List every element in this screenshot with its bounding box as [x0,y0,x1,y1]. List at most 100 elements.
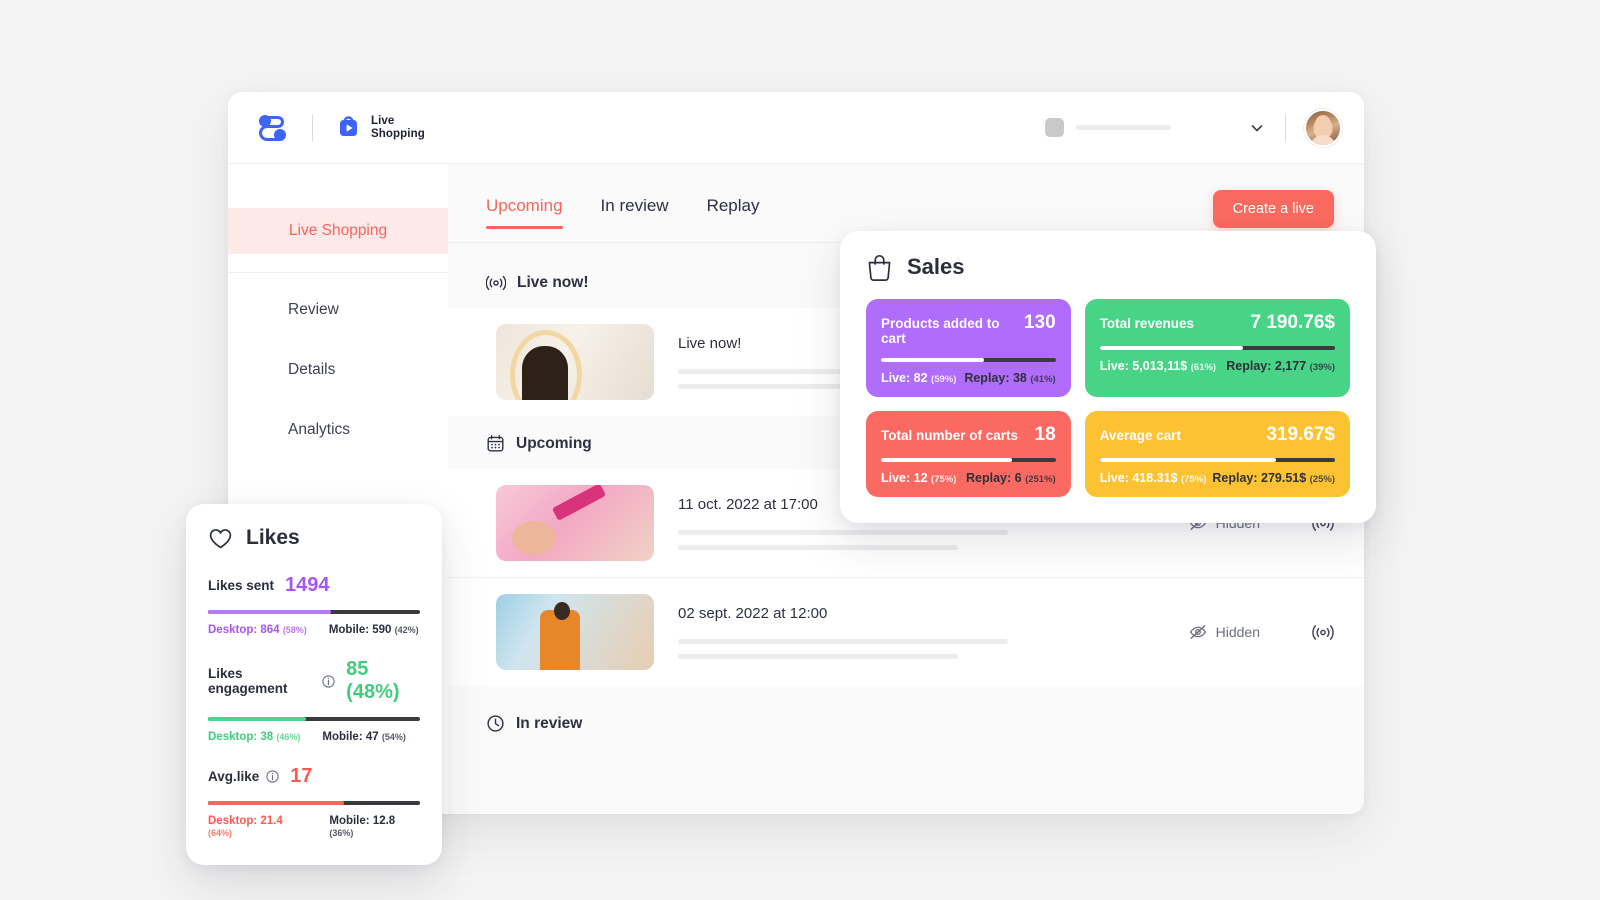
likes-card-header: Likes [208,526,420,550]
metric-name: Likes engagement [208,666,288,696]
tab-replay[interactable]: Replay [707,196,760,229]
info-icon[interactable] [266,770,279,783]
likes-metric-likes-sent: Likes sent 1494 Desktop: 864 (58%) Mobil… [208,574,420,636]
section-title: In review [516,714,583,732]
top-bar: Live Shopping [228,92,1364,164]
sidebar-divider [228,272,448,273]
broadcast-icon[interactable] [1312,624,1334,641]
metric-head: Likes sent 1494 [208,574,420,597]
row-placeholder-line [678,530,1008,535]
tile-progress-bar [1099,458,1335,462]
clock-icon [486,714,505,733]
tile-label: Total revenues [1099,316,1194,331]
sidebar-item-details[interactable]: Details [228,347,448,393]
metric-mobile-label: Mobile: 12.8 [329,815,396,827]
topbar-divider [1285,114,1286,141]
metric-progress-bar [208,717,420,721]
tile-value: 319.67$ [1266,424,1335,445]
tile-replay-pct: (39%) [1309,362,1335,373]
tab-in-review[interactable]: In review [601,196,669,229]
store-selector[interactable] [1045,118,1171,137]
info-icon[interactable] [322,674,335,688]
likes-metric-likes-engagement: Likes engagement 85 (48%) Desktop: 38 (4… [208,658,420,743]
sidebar-item-review[interactable]: Review [228,287,448,333]
row-placeholder-line [678,545,958,550]
metric-progress-bar [208,801,420,805]
sidebar-item-live-shopping[interactable]: Live Shopping [228,208,448,254]
tab-label: In review [600,196,669,215]
sales-tile-total-number-of-carts[interactable]: Total number of carts 18 Live: 12 (75%) … [866,411,1071,497]
chevron-down-icon[interactable] [1249,120,1265,136]
avatar[interactable] [1304,108,1342,147]
tile-progress-bar [881,458,1056,462]
metric-value: 17 [290,765,313,787]
tile-value: 7 190.76$ [1250,312,1335,333]
tile-head: Average cart 319.67$ [1100,424,1335,446]
tile-footer: Live: 5,013,11$ (61%) Replay: 2,177 (39%… [1100,359,1335,373]
sales-card-title: Sales [907,254,965,279]
tab-bar: Upcoming In review Replay [486,196,760,229]
metric-mobile-pct: (54%) [381,732,406,742]
sales-tile-average-cart[interactable]: Average cart 319.67$ Live: 418.31$ (75%)… [1084,411,1350,497]
tile-footer: Live: 418.31$ (75%) Replay: 279.51$ (25%… [1100,471,1335,485]
section-title: Live now! [517,274,589,291]
tab-upcoming[interactable]: Upcoming [486,196,563,229]
broadcast-icon [486,275,506,291]
tile-progress-bar [1099,346,1335,350]
row-actions: Hidden [1189,624,1334,641]
row-placeholder-line [678,654,958,659]
metric-head: Likes engagement 85 (48%) [208,658,420,704]
row-placeholder-line [678,639,1008,644]
tile-replay-pct: (251%) [1025,474,1056,485]
sales-tile-total-revenues[interactable]: Total revenues 7 190.76$ Live: 5,013,11$… [1084,299,1350,397]
sidebar-item-analytics[interactable]: Analytics [228,407,448,453]
tile-live-pct: (75%) [1181,474,1207,485]
metric-head: Avg.like 17 [208,765,420,788]
metric-footer: Desktop: 38 (46%) Mobile: 47 (54%) [208,731,420,743]
tile-label: Total number of carts [881,428,1019,443]
tile-footer: Live: 82 (59%) Replay: 38 (41%) [881,371,1056,385]
tile-live-label: Live: 5,013,11$ [1099,359,1188,373]
tile-live-pct: (59%) [931,374,957,385]
sales-tile-products-added-to-cart[interactable]: Products added to cart 130 Live: 82 (59%… [866,299,1071,397]
metric-desktop-pct: (64%) [208,828,233,838]
metric-mobile-pct: (36%) [329,828,354,838]
metric-mobile-label: Mobile: 47 [322,731,379,743]
tab-label: Replay [706,196,760,215]
tile-replay-label: Replay: 279.51$ [1212,471,1307,485]
section-in-review-header: In review [448,686,1364,749]
sales-card-header: Sales [866,253,1350,281]
tile-head: Total number of carts 18 [881,424,1056,446]
metric-name: Avg.like [208,769,260,784]
create-live-button[interactable]: Create a live [1212,190,1334,228]
tile-progress-bar [881,358,1056,362]
metric-desktop-pct: (46%) [276,732,301,742]
section-title: Upcoming [516,434,592,452]
brand-divider [312,114,313,141]
sidebar-group: Review Details Analytics [228,287,448,453]
row-main: 02 sept. 2022 at 12:00 [678,605,1165,659]
sidebar-item-label: Review [288,301,339,318]
sidebar-item-label: Analytics [288,421,351,438]
sidebar-item-label: Live Shopping [288,222,388,239]
row-title: 02 sept. 2022 at 12:00 [678,605,828,622]
metric-value: 85 (48%) [346,658,400,703]
product-label: Live Shopping [371,114,425,140]
sidebar-item-label: Details [288,361,336,378]
visibility-label: Hidden [1215,624,1260,640]
product-badge[interactable]: Live Shopping [335,114,425,141]
likes-metric-avg-like: Avg.like 17 Desktop: 21.4 (64%) Mobile: … [208,765,420,839]
heart-icon [208,527,233,550]
tab-label: Upcoming [486,196,563,215]
visibility-status[interactable]: Hidden [1189,624,1260,640]
list-item[interactable]: 02 sept. 2022 at 12:00 Hidden [448,577,1364,686]
topbar-right [1045,108,1342,147]
metric-footer: Desktop: 864 (58%) Mobile: 590 (42%) [208,624,420,636]
tile-head: Total revenues 7 190.76$ [1100,312,1335,334]
tile-live-pct: (61%) [1190,362,1217,373]
tile-head: Products added to cart 130 [881,312,1056,346]
brand-logo-icon[interactable] [258,114,288,142]
tile-live-label: Live: 82 [881,371,928,385]
live-play-bag-icon [335,114,362,141]
tile-replay-label: Replay: 2,177 [1226,359,1307,373]
